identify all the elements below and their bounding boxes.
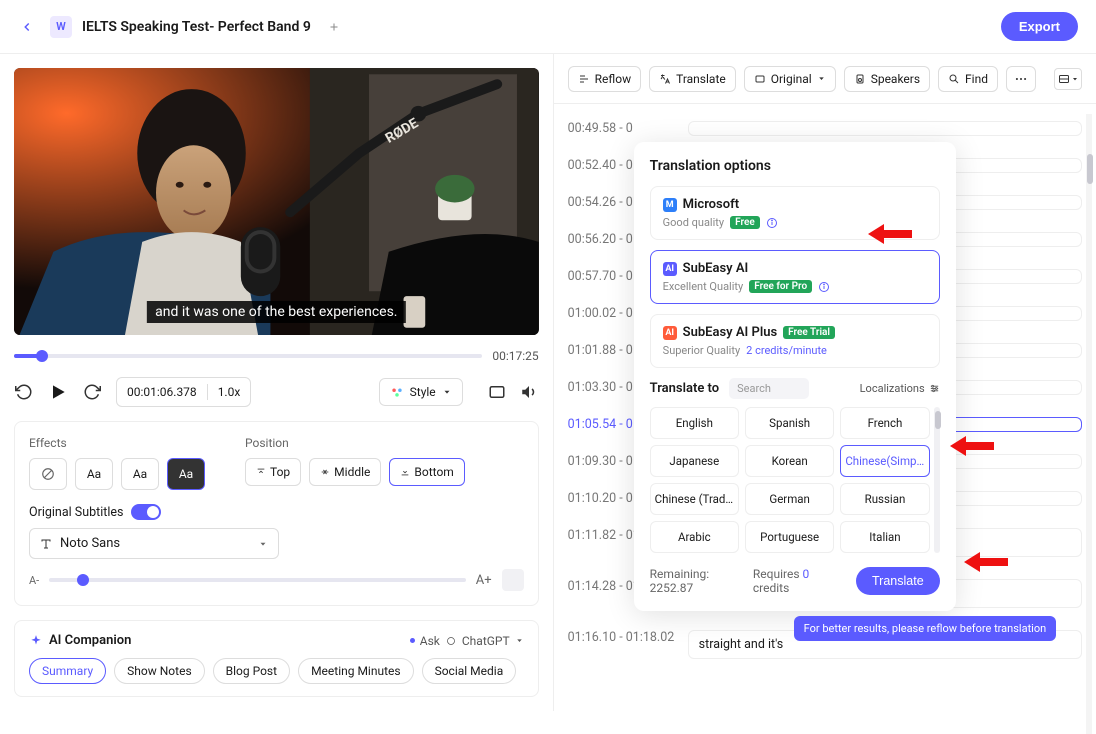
ai-companion-panel: AI Companion Ask ChatGPT Summary Show Not… bbox=[14, 620, 539, 697]
position-label: Position bbox=[245, 436, 465, 450]
size-max-label: A+ bbox=[476, 573, 492, 588]
chevron-down-icon[interactable] bbox=[515, 636, 524, 645]
back-button[interactable] bbox=[18, 18, 36, 36]
timecode-display[interactable]: 00:01:06.378 1.0x bbox=[116, 377, 251, 407]
annotation-arrow-2 bbox=[950, 432, 994, 460]
companion-title: AI Companion bbox=[49, 633, 131, 648]
color-swatch[interactable] bbox=[502, 569, 524, 591]
translate-submit-button[interactable]: Translate bbox=[856, 567, 940, 595]
style-panel: Effects Aa Aa Aa Position bbox=[14, 421, 539, 606]
page-title: IELTS Speaking Test- Perfect Band 9 bbox=[82, 19, 311, 35]
transcript-text[interactable] bbox=[688, 121, 1082, 136]
app-logo: W bbox=[50, 16, 72, 38]
chip-blog-post[interactable]: Blog Post bbox=[213, 658, 290, 684]
effect-option-2[interactable]: Aa bbox=[121, 458, 159, 490]
transcript-scrollbar[interactable] bbox=[1086, 114, 1094, 204]
export-button[interactable]: Export bbox=[1001, 12, 1078, 41]
language-russian[interactable]: Russian bbox=[840, 483, 929, 515]
status-dot bbox=[410, 638, 415, 643]
language-scrollbar[interactable] bbox=[934, 407, 942, 553]
translation-option-subeasy-ai[interactable]: AISubEasy AI Excellent QualityFree for P… bbox=[650, 250, 940, 304]
original-subtitles-toggle[interactable] bbox=[131, 504, 161, 520]
original-subtitles-label: Original Subtitles bbox=[29, 505, 123, 520]
language-english[interactable]: English bbox=[650, 407, 739, 439]
font-select[interactable]: Noto Sans bbox=[29, 528, 279, 559]
forward-icon[interactable] bbox=[82, 382, 102, 402]
annotation-arrow-3 bbox=[964, 548, 1008, 576]
popup-title: Translation options bbox=[650, 158, 940, 174]
provider-label: ChatGPT bbox=[462, 634, 510, 648]
language-japanese[interactable]: Japanese bbox=[650, 445, 739, 477]
language-arabic[interactable]: Arabic bbox=[650, 521, 739, 553]
sparkle-icon bbox=[29, 634, 43, 648]
speakers-button[interactable]: Speakers bbox=[844, 66, 930, 92]
ask-label: Ask bbox=[420, 634, 440, 648]
language-chinese-simpl-[interactable]: Chinese(Simpl… bbox=[840, 445, 929, 477]
reflow-button[interactable]: Reflow bbox=[568, 66, 641, 92]
position-middle-button[interactable]: Middle bbox=[309, 458, 381, 486]
speed-label[interactable]: 1.0x bbox=[218, 385, 241, 399]
progress-bar[interactable] bbox=[14, 354, 482, 358]
reflow-tip: For better results, please reflow before… bbox=[794, 616, 1057, 641]
requires-label: Requires 0 credits bbox=[753, 567, 846, 595]
chip-social-media[interactable]: Social Media bbox=[422, 658, 517, 684]
find-button[interactable]: Find bbox=[938, 66, 998, 92]
current-time-label: 00:01:06.378 bbox=[127, 385, 197, 399]
language-portuguese[interactable]: Portuguese bbox=[745, 521, 834, 553]
openai-icon bbox=[445, 635, 457, 647]
effects-label: Effects bbox=[29, 436, 205, 450]
volume-icon[interactable] bbox=[519, 382, 539, 402]
more-button[interactable] bbox=[1006, 66, 1036, 92]
style-button[interactable]: Style bbox=[379, 378, 463, 406]
timestamp: 01:16.10 - 01:18.02 bbox=[568, 630, 688, 659]
rewind-icon[interactable] bbox=[14, 382, 34, 402]
language-german[interactable]: German bbox=[745, 483, 834, 515]
effect-option-1[interactable]: Aa bbox=[75, 458, 113, 490]
add-tab-button[interactable] bbox=[325, 18, 343, 36]
original-dropdown[interactable]: Original bbox=[744, 66, 836, 92]
translate-button[interactable]: Translate bbox=[649, 66, 736, 92]
translation-popup: Translation options MMicrosoft Good qual… bbox=[634, 142, 956, 611]
effect-option-3[interactable]: Aa bbox=[167, 458, 205, 490]
position-top-button[interactable]: Top bbox=[245, 458, 301, 486]
play-button[interactable] bbox=[48, 382, 68, 402]
video-player[interactable]: RØDE and it was one of the best experien… bbox=[14, 68, 539, 335]
timestamp: 00:49.58 - 0 bbox=[568, 121, 688, 136]
language-chinese-tradi-[interactable]: Chinese (Tradi… bbox=[650, 483, 739, 515]
language-italian[interactable]: Italian bbox=[840, 521, 929, 553]
language-korean[interactable]: Korean bbox=[745, 445, 834, 477]
position-bottom-button[interactable]: Bottom bbox=[389, 458, 464, 486]
fullscreen-icon[interactable] bbox=[487, 382, 507, 402]
video-caption: and it was one of the best experiences. bbox=[147, 301, 405, 323]
remaining-label: Remaining: 2252.87 bbox=[650, 567, 753, 595]
localizations-button[interactable]: Localizations bbox=[860, 382, 940, 395]
chip-show-notes[interactable]: Show Notes bbox=[114, 658, 204, 684]
annotation-arrow-1 bbox=[868, 220, 912, 248]
chip-meeting-minutes[interactable]: Meeting Minutes bbox=[298, 658, 414, 684]
translate-to-label: Translate to bbox=[650, 381, 719, 396]
translation-option-subeasy-ai-plus[interactable]: AISubEasy AI Plus Free Trial Superior Qu… bbox=[650, 314, 940, 368]
duration-label: 00:17:25 bbox=[492, 349, 538, 363]
layout-toggle[interactable] bbox=[1054, 68, 1082, 90]
language-spanish[interactable]: Spanish bbox=[745, 407, 834, 439]
font-size-slider[interactable] bbox=[49, 578, 466, 582]
language-search-input[interactable]: Search bbox=[729, 378, 809, 399]
chip-summary[interactable]: Summary bbox=[29, 658, 106, 684]
language-french[interactable]: French bbox=[840, 407, 929, 439]
size-min-label: A- bbox=[29, 574, 39, 587]
effect-none-button[interactable] bbox=[29, 458, 67, 490]
